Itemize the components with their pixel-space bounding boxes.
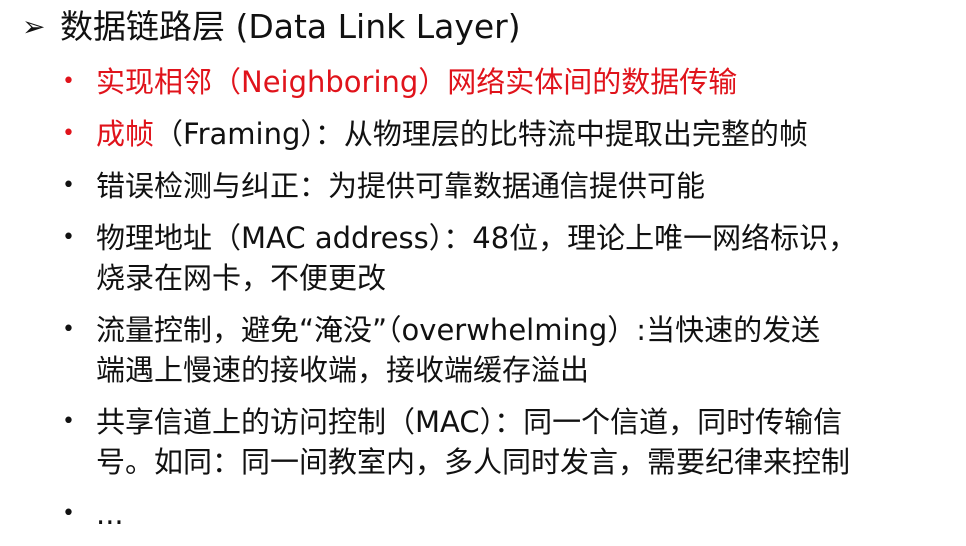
bullet-text: ...: [96, 494, 962, 534]
bullet-item: • ...: [62, 494, 962, 534]
bullet-text: 流量控制，避免“淹没”（overwhelming）:当快速的发送 端遇上慢速的接…: [96, 310, 962, 390]
bullet-item: • 物理地址（MAC address）：48位，理论上唯一网络标识， 烧录在网卡…: [62, 218, 962, 298]
bullet-item: • 错误检测与纠正：为提供可靠数据通信提供可能: [62, 166, 962, 206]
bullet-dot-icon: •: [62, 317, 75, 342]
bullet-dot-icon: •: [62, 173, 75, 198]
heading-text: 数据链路层 (Data Link Layer): [60, 7, 521, 46]
bullet-body-continued: 号。如同：同一间教室内，多人同时发言，需要纪律来控制: [96, 445, 851, 479]
bullet-item: • 成帧（Framing）：从物理层的比特流中提取出完整的帧: [62, 114, 962, 154]
bullet-dot-icon: •: [62, 225, 75, 250]
bullet-text: 物理地址（MAC address）：48位，理论上唯一网络标识， 烧录在网卡，不…: [96, 218, 962, 298]
bullet-body: 流量控制，避免“淹没”（overwhelming）:当快速的发送: [96, 313, 821, 347]
bullet-text: 成帧（Framing）：从物理层的比特流中提取出完整的帧: [96, 114, 962, 154]
bullet-text: 实现相邻（Neighboring）网络实体间的数据传输: [96, 62, 962, 102]
bullet-body: 错误检测与纠正：为提供可靠数据通信提供可能: [96, 169, 706, 203]
bullet-item: • 共享信道上的访问控制（MAC）：同一个信道，同时传输信 号。如同：同一间教室…: [62, 402, 962, 482]
bullet-highlight: 实现相邻（Neighboring）网络实体间的数据传输: [96, 65, 738, 99]
arrow-bullet-icon: ➢: [22, 10, 46, 43]
bullet-dot-icon: •: [62, 501, 75, 526]
bullet-body: （Framing）：从物理层的比特流中提取出完整的帧: [154, 117, 808, 151]
slide-heading: ➢ 数据链路层 (Data Link Layer): [22, 6, 521, 48]
bullet-text: 错误检测与纠正：为提供可靠数据通信提供可能: [96, 166, 962, 206]
bullet-list: • 实现相邻（Neighboring）网络实体间的数据传输 • 成帧（Frami…: [62, 62, 962, 546]
bullet-body-continued: 烧录在网卡，不便更改: [96, 261, 387, 295]
bullet-highlight: 成帧: [96, 117, 155, 151]
bullet-text: 共享信道上的访问控制（MAC）：同一个信道，同时传输信 号。如同：同一间教室内，…: [96, 402, 962, 482]
bullet-item: • 流量控制，避免“淹没”（overwhelming）:当快速的发送 端遇上慢速…: [62, 310, 962, 390]
bullet-body-continued: 端遇上慢速的接收端，接收端缓存溢出: [96, 353, 590, 387]
bullet-dot-icon: •: [62, 121, 75, 146]
bullet-body: 共享信道上的访问控制（MAC）：同一个信道，同时传输信: [96, 405, 843, 439]
bullet-item: • 实现相邻（Neighboring）网络实体间的数据传输: [62, 62, 962, 102]
bullet-dot-icon: •: [62, 409, 75, 434]
bullet-body: 物理地址（MAC address）：48位，理论上唯一网络标识，: [96, 221, 858, 255]
bullet-body: ...: [96, 497, 124, 531]
slide: ➢ 数据链路层 (Data Link Layer) • 实现相邻（Neighbo…: [0, 0, 966, 546]
bullet-dot-icon: •: [62, 69, 75, 94]
